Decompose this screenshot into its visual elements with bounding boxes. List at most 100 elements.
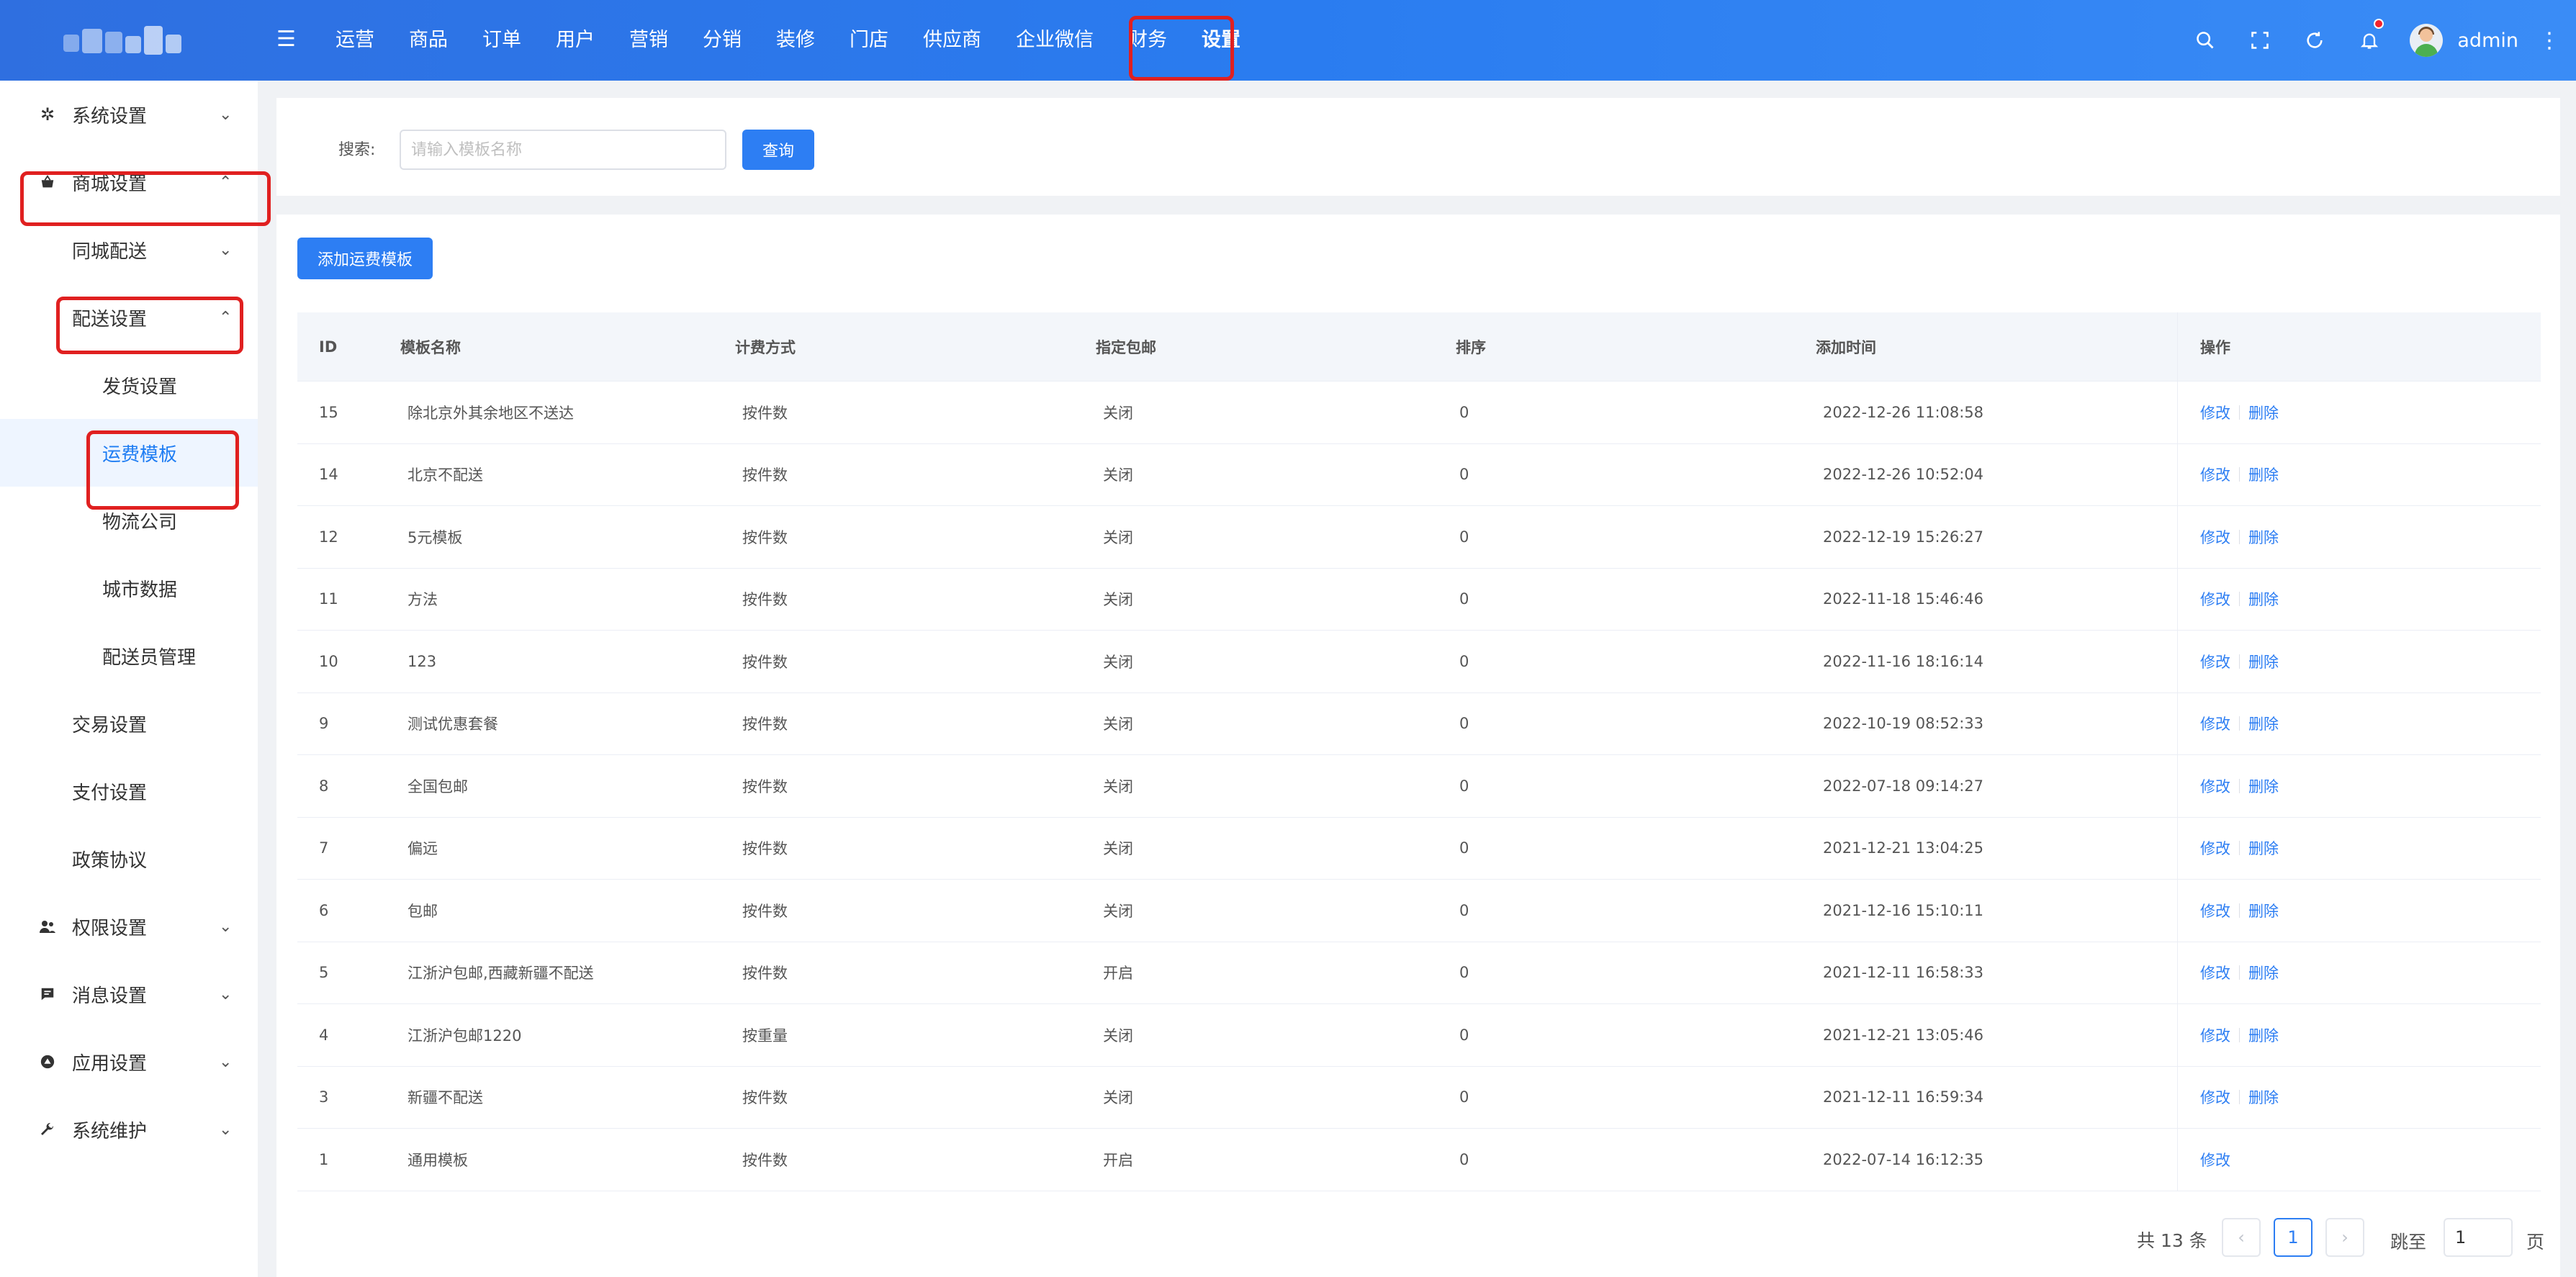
cell-id: 10	[319, 652, 338, 670]
sidebar-item-trade-settings[interactable]: 交易设置	[0, 690, 258, 757]
nav-item[interactable]: 运营	[318, 0, 392, 81]
delete-link[interactable]: 删除	[2248, 900, 2279, 921]
chevron-down-icon: ⌄	[219, 1120, 233, 1139]
sidebar-item-courier-management[interactable]: 配送员管理	[0, 622, 258, 690]
sidebar-item-delivery-settings[interactable]: 配送设置 ⌃	[0, 284, 258, 351]
jump-page-input[interactable]	[2444, 1218, 2513, 1257]
menu-collapse-icon[interactable]: ☰	[276, 29, 298, 50]
action-divider	[2239, 592, 2240, 607]
cell-created: 2022-12-26 11:08:58	[1823, 403, 1984, 421]
delete-link[interactable]: 删除	[2248, 464, 2279, 485]
edit-link[interactable]: 修改	[2200, 651, 2230, 672]
delete-link[interactable]: 删除	[2248, 588, 2279, 610]
edit-link[interactable]: 修改	[2200, 900, 2230, 921]
query-button[interactable]: 查询	[742, 130, 814, 170]
next-page-button[interactable]: ›	[2325, 1218, 2364, 1257]
cell-name: 5元模板	[407, 528, 463, 546]
sidebar-item-payment-settings[interactable]: 支付设置	[0, 757, 258, 825]
refresh-icon[interactable]	[2287, 0, 2342, 81]
brand-logo[interactable]	[58, 16, 194, 65]
edit-link[interactable]: 修改	[2200, 837, 2230, 859]
edit-link[interactable]: 修改	[2200, 588, 2230, 610]
fullscreen-icon[interactable]	[2233, 0, 2287, 81]
action-divider	[2239, 778, 2240, 793]
nav-item[interactable]: 商品	[392, 0, 465, 81]
search-icon[interactable]	[2178, 0, 2233, 81]
nav-item[interactable]: 门店	[832, 0, 906, 81]
search-input[interactable]	[400, 130, 726, 170]
cell-name: 通用模板	[407, 1151, 468, 1169]
sidebar-item-logistics-company[interactable]: 物流公司	[0, 487, 258, 554]
sidebar-item-city-data[interactable]: 城市数据	[0, 554, 258, 622]
sidebar-item-label: 配送设置	[72, 308, 148, 330]
column-header-billing: 计费方式	[735, 338, 796, 356]
delete-link[interactable]: 删除	[2248, 1086, 2279, 1108]
action-divider	[2239, 467, 2240, 482]
edit-link[interactable]: 修改	[2200, 713, 2230, 734]
sidebar-item-shipping-settings[interactable]: 发货设置	[0, 351, 258, 419]
cell-id: 11	[319, 590, 338, 608]
nav-item[interactable]: 用户	[539, 0, 612, 81]
column-header-free-shipping: 指定包邮	[1096, 338, 1156, 356]
delete-link[interactable]: 删除	[2248, 1024, 2279, 1046]
edit-link[interactable]: 修改	[2200, 1086, 2230, 1108]
bell-icon[interactable]	[2342, 0, 2397, 81]
cell-actions: 修改 删除	[2200, 693, 2279, 755]
delete-link[interactable]: 删除	[2248, 962, 2279, 983]
delete-link[interactable]: 删除	[2248, 526, 2279, 548]
avatar[interactable]	[2410, 24, 2444, 57]
sidebar-item-mall-settings[interactable]: 商城设置 ⌃	[0, 148, 258, 216]
user-name[interactable]: admin	[2457, 30, 2518, 52]
chevron-down-icon: ⌄	[219, 1052, 233, 1071]
chevron-up-icon: ⌃	[219, 173, 233, 191]
delete-link[interactable]: 删除	[2248, 651, 2279, 672]
edit-link[interactable]: 修改	[2200, 1149, 2230, 1170]
edit-link[interactable]: 修改	[2200, 464, 2230, 485]
sidebar-item-system-settings[interactable]: ✲ 系统设置 ⌄	[0, 81, 258, 148]
edit-link[interactable]: 修改	[2200, 402, 2230, 423]
cell-id: 14	[319, 466, 338, 484]
action-divider	[2239, 841, 2240, 856]
nav-item[interactable]: 设置	[1184, 0, 1258, 81]
sidebar-item-freight-template[interactable]: 运费模板	[0, 419, 258, 487]
sidebar-item-policy-agreement[interactable]: 政策协议	[0, 825, 258, 893]
nav-item[interactable]: 分销	[685, 0, 759, 81]
cell-billing: 按件数	[742, 653, 788, 671]
add-freight-template-button[interactable]: 添加运费模板	[297, 238, 433, 279]
edit-link[interactable]: 修改	[2200, 962, 2230, 983]
column-header-id: ID	[319, 338, 338, 356]
sidebar-item-same-city-delivery[interactable]: 同城配送 ⌄	[0, 216, 258, 284]
sidebar-item-label: 消息设置	[72, 985, 148, 1007]
delete-link[interactable]: 删除	[2248, 837, 2279, 859]
delete-link[interactable]: 删除	[2248, 775, 2279, 797]
table-row: 6 包邮 按件数 关闭 0 2021-12-16 15:10:11 修改 删除	[297, 880, 2541, 942]
page-label: 页	[2526, 1232, 2545, 1253]
cell-id: 5	[319, 964, 329, 982]
column-divider	[2177, 631, 2178, 692]
cell-name: 北京不配送	[407, 466, 483, 484]
nav-item[interactable]: 财务	[1111, 0, 1184, 81]
sidebar-item-permission-settings[interactable]: 权限设置 ⌄	[0, 893, 258, 960]
nav-item[interactable]: 供应商	[906, 0, 999, 81]
edit-link[interactable]: 修改	[2200, 1024, 2230, 1046]
nav-item[interactable]: 企业微信	[999, 0, 1111, 81]
cell-name: 测试优惠套餐	[407, 716, 498, 734]
sidebar-item-app-settings[interactable]: 应用设置 ⌄	[0, 1028, 258, 1096]
page-number-button[interactable]: 1	[2274, 1218, 2312, 1257]
nav-item[interactable]: 装修	[759, 0, 832, 81]
cell-billing: 按件数	[742, 591, 788, 609]
delete-link[interactable]: 删除	[2248, 402, 2279, 423]
edit-link[interactable]: 修改	[2200, 775, 2230, 797]
sidebar-item-message-settings[interactable]: 消息设置 ⌄	[0, 960, 258, 1028]
column-header-sort: 排序	[1456, 338, 1486, 356]
edit-link[interactable]: 修改	[2200, 526, 2230, 548]
delete-link[interactable]: 删除	[2248, 713, 2279, 734]
sidebar-item-system-maintenance[interactable]: 系统维护 ⌄	[0, 1096, 258, 1163]
prev-page-button[interactable]: ‹	[2222, 1218, 2261, 1257]
nav-item[interactable]: 营销	[612, 0, 685, 81]
cell-billing: 按件数	[742, 1089, 788, 1107]
more-vertical-icon[interactable]: ⋮	[2539, 28, 2560, 53]
cell-name: 全国包邮	[407, 777, 468, 795]
cell-created: 2022-10-19 08:52:33	[1823, 715, 1984, 733]
nav-item[interactable]: 订单	[465, 0, 539, 81]
